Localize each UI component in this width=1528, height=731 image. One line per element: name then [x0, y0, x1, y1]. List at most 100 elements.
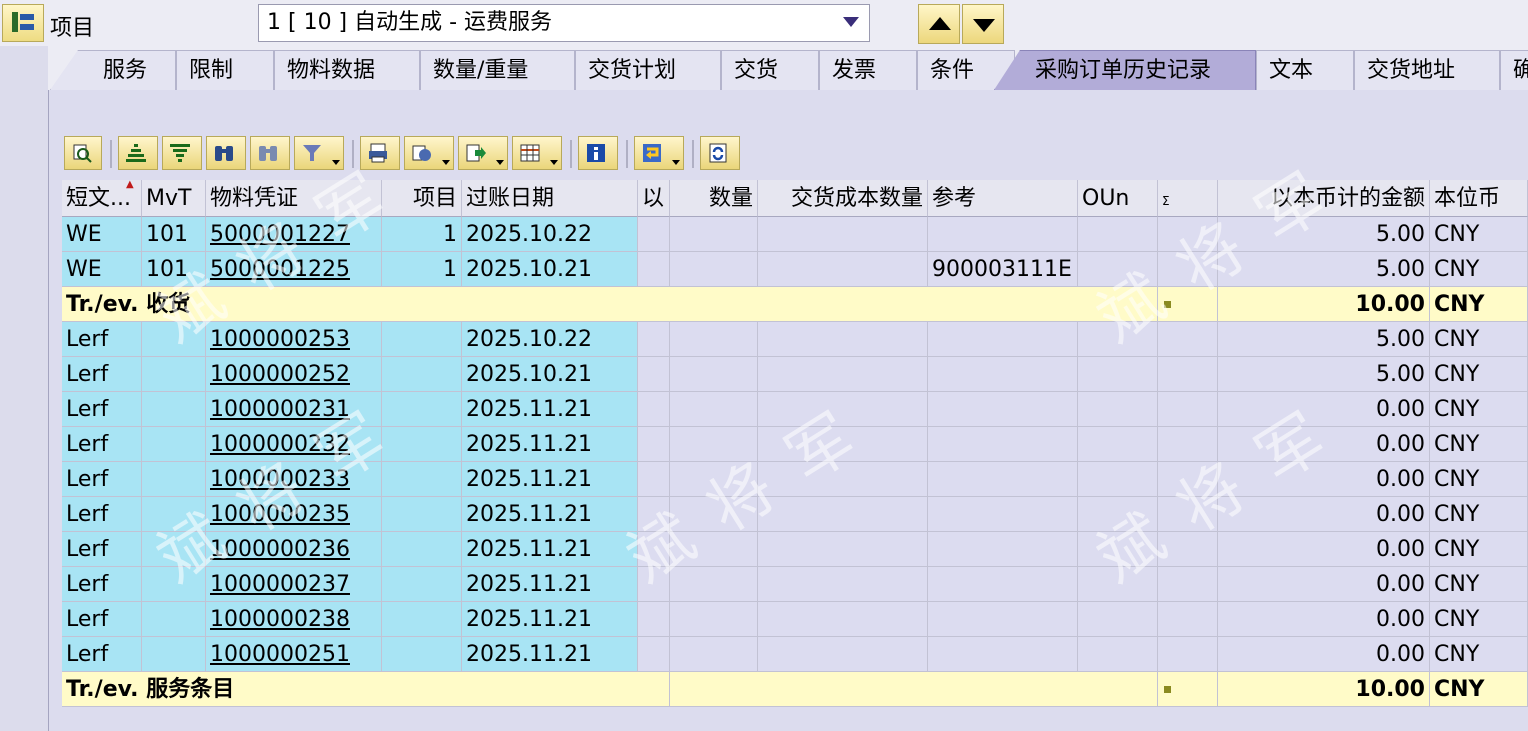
col-header-delivery-cost-qty[interactable]: 交货成本数量 — [758, 180, 928, 217]
subtotal-currency: CNY — [1430, 672, 1528, 707]
subtotal-row: Tr./ev. 服务条目 10.00 CNY — [62, 672, 1528, 707]
movement-type-cell: 101 — [142, 217, 206, 252]
empty-cell — [670, 497, 758, 532]
short-text-cell: Lerf — [62, 532, 142, 567]
previous-item-button[interactable] — [918, 4, 960, 44]
amount-cell: 0.00 — [1218, 602, 1430, 637]
col-header-label: 数量 — [708, 186, 753, 211]
empty-cell — [758, 637, 928, 672]
tab-material-data[interactable]: 物料数据 — [274, 50, 420, 90]
subtotal-marker-cell — [1158, 672, 1218, 707]
change-layout-icon — [520, 144, 540, 162]
material-doc-link[interactable]: 1000000252 — [206, 357, 382, 392]
tab-limits[interactable]: 限制 — [176, 50, 274, 90]
material-doc-link[interactable]: 5000001227 — [206, 217, 382, 252]
tab-delivery[interactable]: 交货 — [721, 50, 819, 90]
find-button[interactable] — [206, 136, 246, 170]
reference-cell — [928, 497, 1078, 532]
material-doc-link[interactable]: 1000000232 — [206, 427, 382, 462]
sort-descending-button[interactable] — [162, 136, 202, 170]
material-doc-link[interactable]: 1000000235 — [206, 497, 382, 532]
item-overview-button[interactable] — [2, 4, 44, 42]
dropdown-arrow-icon — [332, 160, 340, 165]
material-doc-link[interactable]: 1000000231 — [206, 392, 382, 427]
empty-cell — [758, 602, 928, 637]
empty-cell — [638, 637, 670, 672]
item-cell — [382, 392, 462, 427]
empty-cell — [670, 322, 758, 357]
col-header-order-unit[interactable]: OUn — [1078, 180, 1158, 217]
next-item-button[interactable] — [962, 4, 1004, 44]
col-header-label: 以本币计的金额 — [1270, 186, 1425, 211]
views-button[interactable] — [404, 136, 454, 170]
change-layout-button[interactable] — [512, 136, 562, 170]
col-header-qty-flag[interactable]: 以 — [638, 180, 670, 217]
tab-strip: 服务 限制 物料数据 数量/重量 交货计划 交货 发票 条件 采购订单历史记录 … — [48, 46, 1528, 90]
col-header-amount-local[interactable]: 以本币计的金额 — [1218, 180, 1430, 217]
material-doc-link[interactable]: 5000001225 — [206, 252, 382, 287]
col-header-sum-flag[interactable]: Σ — [1158, 180, 1218, 217]
subtotal-prefix: Tr./ev. — [66, 292, 139, 317]
views-icon — [412, 145, 431, 161]
col-header-label: 参考 — [932, 186, 977, 211]
currency-cell: CNY — [1430, 392, 1528, 427]
material-doc-link[interactable]: 1000000238 — [206, 602, 382, 637]
details-button[interactable] — [64, 136, 102, 170]
sort-descending-icon — [170, 144, 190, 162]
empty-cell — [1078, 637, 1158, 672]
export-button[interactable] — [458, 136, 508, 170]
empty-cell — [758, 322, 928, 357]
display-variant-button[interactable] — [634, 136, 684, 170]
empty-cell — [758, 252, 928, 287]
col-header-material-doc[interactable]: 物料凭证 — [206, 180, 382, 217]
info-icon — [587, 144, 605, 162]
col-header-reference[interactable]: 参考 — [928, 180, 1078, 217]
subtotal-marker-cell — [1158, 287, 1218, 322]
empty-cell — [638, 567, 670, 602]
empty-cell — [1078, 392, 1158, 427]
movement-type-cell — [142, 322, 206, 357]
material-doc-link[interactable]: 1000000253 — [206, 322, 382, 357]
posting-date-cell: 2025.11.21 — [462, 532, 638, 567]
material-doc-link[interactable]: 1000000236 — [206, 532, 382, 567]
tab-delivery-schedule[interactable]: 交货计划 — [575, 50, 721, 90]
reference-cell — [928, 637, 1078, 672]
col-header-movement-type[interactable]: MvT — [142, 180, 206, 217]
col-header-local-currency[interactable]: 本位币 — [1430, 180, 1528, 217]
movement-type-cell — [142, 357, 206, 392]
empty-cell — [638, 392, 670, 427]
col-header-short-text[interactable]: 短文... ▲ — [62, 180, 142, 217]
tab-service[interactable]: 服务 — [50, 50, 176, 90]
material-doc-link[interactable]: 1000000251 — [206, 637, 382, 672]
movement-type-cell: 101 — [142, 252, 206, 287]
short-text-cell: Lerf — [62, 462, 142, 497]
col-header-quantity[interactable]: 数量 — [670, 180, 758, 217]
print-preview-button[interactable] — [360, 136, 400, 170]
item-overview-icon — [12, 12, 34, 32]
material-doc-link[interactable]: 1000000233 — [206, 462, 382, 497]
material-doc-link[interactable]: 1000000237 — [206, 567, 382, 602]
empty-cell — [758, 217, 928, 252]
tab-confirmations[interactable]: 确 — [1500, 50, 1528, 90]
sort-ascending-button[interactable] — [118, 136, 158, 170]
refresh-button[interactable] — [700, 136, 740, 170]
posting-date-cell: 2025.11.21 — [462, 427, 638, 462]
table-row: WE 101 5000001227 1 2025.10.22 5.00 CNY — [62, 217, 1528, 252]
toolbar-separator — [692, 140, 694, 168]
tab-texts[interactable]: 文本 — [1256, 50, 1354, 90]
tab-delivery-address[interactable]: 交货地址 — [1354, 50, 1500, 90]
item-dropdown[interactable]: 1 [ 10 ] 自动生成 - 运费服务 — [258, 4, 870, 42]
find-next-button[interactable] — [250, 136, 290, 170]
tab-po-history[interactable]: 采购订单历史记录 — [994, 50, 1256, 90]
tab-quantity-weight[interactable]: 数量/重量 — [420, 50, 575, 90]
col-header-item[interactable]: 项目 — [382, 180, 462, 217]
empty-cell — [1158, 357, 1218, 392]
filter-button[interactable] — [294, 136, 344, 170]
subtotal-prefix: Tr./ev. — [66, 677, 139, 702]
toolbar-separator — [110, 140, 112, 168]
info-button[interactable] — [578, 136, 618, 170]
tab-label: 文本 — [1269, 58, 1314, 83]
currency-cell: CNY — [1430, 427, 1528, 462]
col-header-posting-date[interactable]: 过账日期 — [462, 180, 638, 217]
tab-invoice[interactable]: 发票 — [819, 50, 917, 90]
